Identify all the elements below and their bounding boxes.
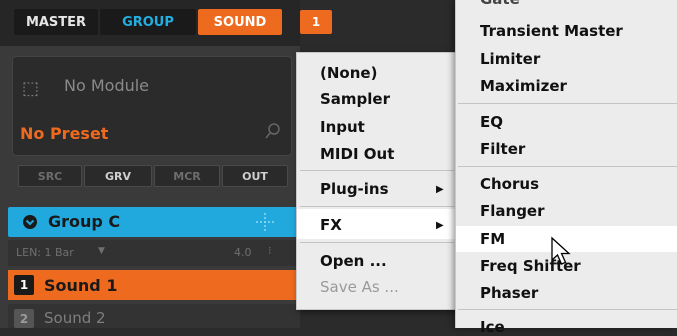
- menu-item-input[interactable]: Input: [320, 118, 365, 136]
- fx-item-filter[interactable]: Filter: [480, 140, 525, 158]
- stepper-icon[interactable]: ⁝: [268, 244, 272, 257]
- menu-item-open[interactable]: Open ...: [320, 252, 387, 270]
- tab-group[interactable]: GROUP: [100, 9, 196, 35]
- submenu-arrow-icon: ▶: [436, 184, 444, 195]
- mcr-button[interactable]: MCR: [154, 165, 220, 187]
- out-button[interactable]: OUT: [222, 165, 288, 187]
- search-icon[interactable]: [262, 120, 284, 142]
- empty-module-icon: ⬚: [22, 78, 40, 99]
- preset-name[interactable]: No Preset: [20, 124, 108, 143]
- sound-name: Sound 1: [44, 276, 118, 295]
- menu-separator: [458, 309, 677, 310]
- fx-item-eq[interactable]: EQ: [480, 113, 503, 131]
- fx-item-maximizer[interactable]: Maximizer: [480, 77, 567, 95]
- menu-item-midi-out[interactable]: MIDI Out: [320, 145, 394, 163]
- fx-item-limiter[interactable]: Limiter: [480, 50, 540, 68]
- fx-item-transient-master[interactable]: Transient Master: [480, 22, 623, 40]
- module-name: No Module: [64, 76, 150, 95]
- sound-number: 2: [14, 309, 34, 328]
- menu-item-fx[interactable]: FX: [320, 216, 342, 234]
- tab-master[interactable]: MASTER: [14, 9, 98, 35]
- length-label[interactable]: LEN: 1 Bar: [16, 246, 74, 259]
- menu-separator: [300, 206, 454, 207]
- dropdown-arrow-icon[interactable]: ▼: [98, 246, 105, 256]
- menu-separator: [300, 242, 454, 243]
- fx-item-flanger[interactable]: Flanger: [480, 202, 545, 220]
- grv-button[interactable]: GRV: [84, 165, 152, 187]
- menu-item-save-as: Save As ...: [320, 278, 399, 296]
- sound-number: 1: [14, 275, 34, 295]
- menu-separator: [458, 166, 677, 167]
- fx-item-fm[interactable]: FM: [480, 230, 505, 248]
- fx-item-chorus[interactable]: Chorus: [480, 175, 539, 193]
- menu-item-none[interactable]: (None): [320, 64, 377, 82]
- cursor-pointer-icon: [551, 236, 571, 265]
- chevron-down-icon[interactable]: [22, 214, 38, 230]
- sound-name: Sound 2: [44, 309, 106, 327]
- menu-item-sampler[interactable]: Sampler: [320, 90, 390, 108]
- menu-separator: [458, 103, 677, 104]
- menu-item-plug-ins[interactable]: Plug-ins: [320, 180, 389, 198]
- page-badge[interactable]: 1: [300, 10, 332, 34]
- tab-sound[interactable]: SOUND: [198, 9, 282, 35]
- length-value[interactable]: 4.0: [234, 246, 252, 259]
- group-name: Group C: [48, 212, 121, 231]
- fx-item-ice[interactable]: Ice: [480, 318, 505, 336]
- move-icon[interactable]: [254, 211, 276, 233]
- fx-item-phaser[interactable]: Phaser: [480, 284, 538, 302]
- fx-item-gate[interactable]: Gate: [480, 0, 520, 8]
- menu-separator: [300, 170, 454, 171]
- src-button[interactable]: SRC: [18, 165, 82, 187]
- submenu-arrow-icon: ▶: [436, 220, 444, 231]
